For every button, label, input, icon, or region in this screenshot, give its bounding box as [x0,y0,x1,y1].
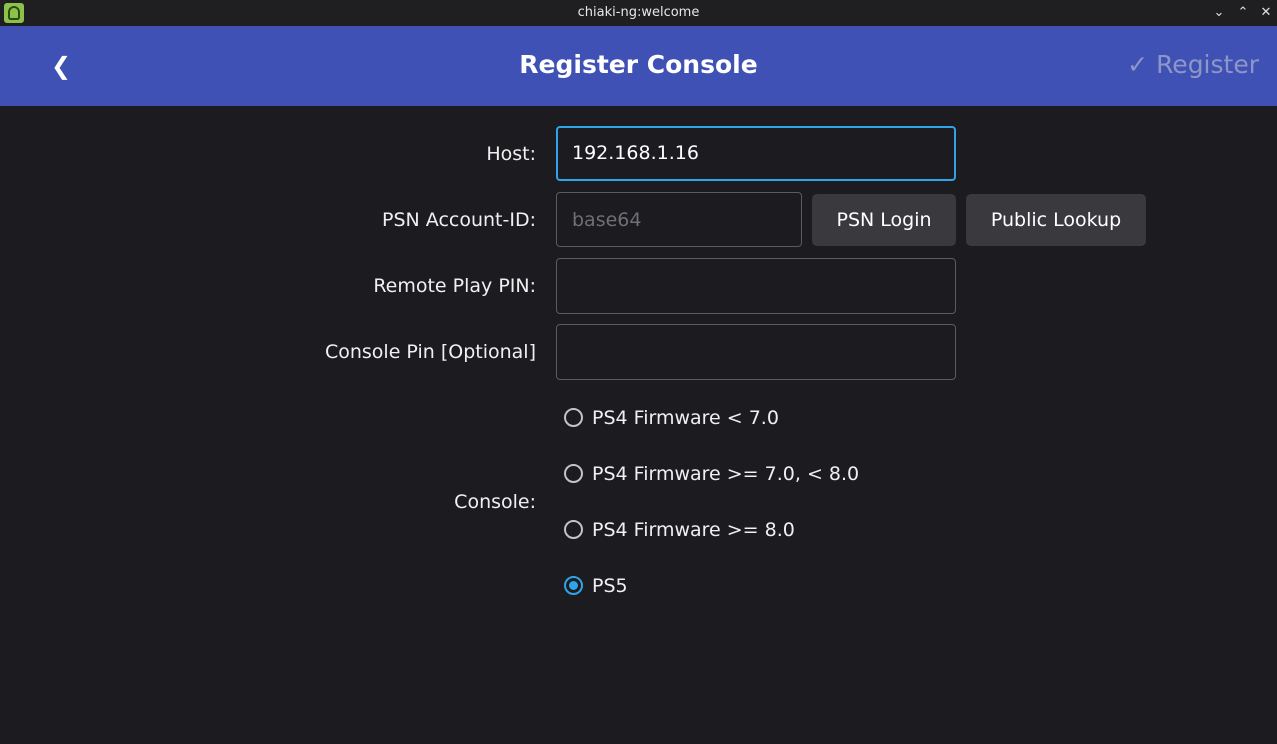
radio-option-label: PS4 Firmware >= 8.0 [592,519,795,541]
radio-button[interactable] [564,520,583,539]
radio-button-selected[interactable] [564,576,583,595]
radio-button[interactable] [564,464,583,483]
app-window: chiaki-ng:welcome ⌄ ⌃ ✕ ❮ Register Conso… [0,0,1277,744]
close-window-button[interactable]: ✕ [1256,3,1276,23]
radio-option-label: PS4 Firmware < 7.0 [592,407,779,429]
register-button-label: Register [1156,50,1259,79]
psn-login-button[interactable]: PSN Login [812,194,956,246]
console-pin-input[interactable] [556,324,956,380]
public-lookup-button[interactable]: Public Lookup [966,194,1146,246]
host-label: Host: [486,143,536,165]
console-label: Console: [454,491,536,513]
page-title: Register Console [519,50,758,79]
psn-account-id-placeholder: base64 [572,209,642,231]
host-input[interactable]: 192.168.1.16 [556,126,956,181]
radio-button[interactable] [564,408,583,427]
minimize-button[interactable]: ⌄ [1209,3,1229,23]
maximize-button[interactable]: ⌃ [1233,3,1253,23]
window-titlebar[interactable]: chiaki-ng:welcome ⌄ ⌃ ✕ [0,0,1277,26]
psn-account-id-input[interactable]: base64 [556,192,802,247]
check-icon: ✓ [1127,50,1149,79]
window-title: chiaki-ng:welcome [577,5,700,20]
remote-play-pin-input[interactable] [556,258,956,314]
radio-option-label: PS5 [592,575,628,597]
header-bar: ❮ Register Console ✓ Register [0,26,1277,106]
register-button[interactable]: ✓ Register [1127,50,1259,79]
console-pin-label: Console Pin [Optional] [324,341,536,363]
radio-option-label: PS4 Firmware >= 7.0, < 8.0 [592,463,860,485]
remote-play-pin-label: Remote Play PIN: [373,275,536,297]
psn-account-id-label: PSN Account-ID: [382,209,536,231]
